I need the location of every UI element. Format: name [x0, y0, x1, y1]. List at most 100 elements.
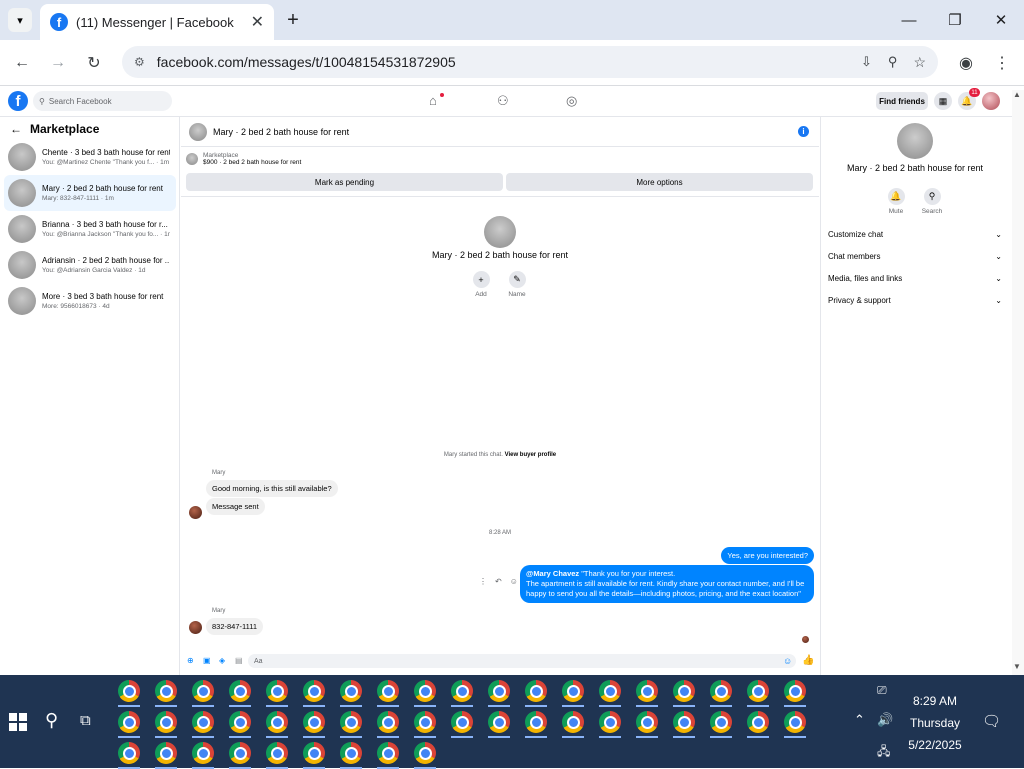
account-avatar[interactable]: [982, 92, 1000, 110]
facebook-search-input[interactable]: ⚲ Search Facebook: [33, 91, 172, 111]
taskbar-app-icon[interactable]: [710, 711, 732, 733]
taskbar-app-icon[interactable]: [636, 680, 658, 702]
chat-title[interactable]: Mary · 2 bed 2 bath house for rent: [213, 127, 798, 137]
taskbar-app-icon[interactable]: [229, 711, 251, 733]
name-action[interactable]: ✎ Name: [499, 271, 535, 298]
add-action[interactable]: + Add: [463, 271, 499, 298]
taskbar-app-icon[interactable]: [562, 680, 584, 702]
taskbar-app-icon[interactable]: [118, 742, 140, 764]
mark-as-pending-button[interactable]: Mark as pending: [186, 173, 503, 191]
friends-icon[interactable]: ⚇: [497, 93, 509, 109]
taskbar-app-icon[interactable]: [118, 680, 140, 702]
taskbar-app-icon[interactable]: [340, 742, 362, 764]
install-app-icon[interactable]: ⇩: [861, 54, 872, 70]
taskbar-app-icon[interactable]: [229, 680, 251, 702]
taskbar-app-icon[interactable]: [118, 711, 140, 733]
chat-thumbnail[interactable]: [189, 122, 207, 141]
taskbar-app-icon[interactable]: [414, 680, 436, 702]
taskbar-app-icon[interactable]: [303, 742, 325, 764]
taskbar-app-icon[interactable]: [747, 680, 769, 702]
gif-icon[interactable]: ▤: [235, 656, 245, 666]
page-scrollbar[interactable]: [1012, 90, 1024, 675]
mute-action[interactable]: 🔔 Mute: [878, 188, 914, 215]
back-icon[interactable]: ←: [10, 51, 34, 75]
taskbar-app-icon[interactable]: [377, 742, 399, 764]
forward-icon[interactable]: →: [46, 51, 70, 75]
search-icon[interactable]: ⚲: [45, 710, 58, 731]
emoji-icon[interactable]: ☺: [783, 656, 792, 666]
privacy-support-section[interactable]: Privacy & support ⌄: [828, 296, 1002, 305]
conversation-item[interactable]: Mary · 2 bed 2 bath house for rent Mary: …: [4, 175, 176, 211]
taskbar-app-icon[interactable]: [710, 680, 732, 702]
taskbar-app-icon[interactable]: [192, 680, 214, 702]
notifications-center-icon[interactable]: 🗨: [982, 712, 1001, 730]
taskbar-app-icon[interactable]: [155, 680, 177, 702]
taskbar-app-icon[interactable]: [155, 742, 177, 764]
taskbar-app-icon[interactable]: [266, 742, 288, 764]
incoming-message[interactable]: Message sent: [206, 498, 265, 515]
more-dots-icon[interactable]: ⋮: [479, 577, 487, 586]
restore-icon[interactable]: ❐: [932, 0, 978, 40]
home-icon[interactable]: ⌂: [429, 93, 437, 108]
conversation-item[interactable]: More · 3 bed 3 bath house for rent More: …: [4, 283, 176, 319]
more-options-button[interactable]: More options: [506, 173, 813, 191]
back-arrow-icon[interactable]: ←: [10, 122, 22, 136]
bookmark-star-icon[interactable]: ☆: [913, 54, 926, 71]
taskbar-app-icon[interactable]: [451, 680, 473, 702]
sender-avatar[interactable]: [189, 621, 202, 634]
windows-start-icon[interactable]: [9, 713, 27, 731]
taskbar-app-icon[interactable]: [784, 711, 806, 733]
profile-icon[interactable]: ◉: [954, 51, 978, 75]
conversation-item[interactable]: Chente · 3 bed 3 bath house for rent You:…: [4, 139, 176, 175]
taskbar-app-icon[interactable]: [673, 680, 695, 702]
taskbar-app-icon[interactable]: [192, 742, 214, 764]
site-info-icon[interactable]: ⚙: [134, 55, 145, 69]
react-icon[interactable]: ☺: [510, 577, 518, 586]
customize-chat-section[interactable]: Customize chat ⌄: [828, 230, 1002, 239]
taskbar-app-icon[interactable]: [229, 742, 251, 764]
zoom-icon[interactable]: ⚲: [888, 54, 898, 70]
taskbar-app-icon[interactable]: [266, 711, 288, 733]
scroll-up-icon[interactable]: ▲: [1013, 90, 1021, 99]
menu-grid-icon[interactable]: ▦: [934, 92, 952, 110]
find-friends-button[interactable]: Find friends: [876, 92, 928, 110]
facebook-logo-icon[interactable]: f: [8, 91, 28, 111]
system-clock[interactable]: 8:29 AM Thursday 5/22/2025: [880, 690, 990, 756]
chevron-up-icon[interactable]: ⌃: [854, 712, 865, 728]
reply-icon[interactable]: ↶: [495, 577, 502, 586]
sticker-icon[interactable]: ◈: [219, 656, 229, 666]
taskbar-app-icon[interactable]: [414, 742, 436, 764]
conversation-item[interactable]: Brianna · 3 bed 3 bath house for r... You…: [4, 211, 176, 247]
taskbar-app-icon[interactable]: [266, 680, 288, 702]
taskbar-app-icon[interactable]: [562, 711, 584, 733]
active-tab[interactable]: f (11) Messenger | Facebook ✕: [40, 4, 274, 40]
taskbar-app-icon[interactable]: [636, 711, 658, 733]
media-files-section[interactable]: Media, files and links ⌄: [828, 274, 1002, 283]
taskbar-app-icon[interactable]: [377, 711, 399, 733]
message-input[interactable]: Aa: [248, 654, 796, 668]
taskbar-app-icon[interactable]: [488, 711, 510, 733]
reload-icon[interactable]: ↻: [82, 51, 106, 75]
taskbar-app-icon[interactable]: [525, 680, 547, 702]
close-tab-icon[interactable]: ✕: [251, 12, 264, 32]
search-action[interactable]: ⚲ Search: [914, 188, 950, 215]
info-icon[interactable]: i: [798, 126, 809, 137]
like-thumb-icon[interactable]: 👍: [802, 655, 814, 666]
taskbar-app-icon[interactable]: [599, 711, 621, 733]
taskbar-app-icon[interactable]: [303, 711, 325, 733]
minimize-icon[interactable]: —: [886, 0, 932, 40]
taskbar-app-icon[interactable]: [673, 711, 695, 733]
taskbar-app-icon[interactable]: [414, 711, 436, 733]
tab-search-icon[interactable]: ▾: [8, 8, 32, 32]
incoming-message[interactable]: Good morning, is this still available?: [206, 480, 338, 497]
outgoing-message[interactable]: @Mary Chavez "Thank you for your interes…: [520, 565, 814, 603]
sender-avatar[interactable]: [189, 506, 202, 519]
plus-icon[interactable]: ⊕: [187, 656, 197, 666]
taskbar-app-icon[interactable]: [340, 711, 362, 733]
view-buyer-profile-link[interactable]: View buyer profile: [505, 452, 557, 458]
scroll-down-icon[interactable]: ▼: [1013, 662, 1021, 671]
taskbar-app-icon[interactable]: [303, 680, 325, 702]
image-icon[interactable]: ▣: [203, 656, 213, 666]
taskbar-app-icon[interactable]: [155, 711, 177, 733]
task-view-icon[interactable]: ⧉: [80, 712, 91, 729]
